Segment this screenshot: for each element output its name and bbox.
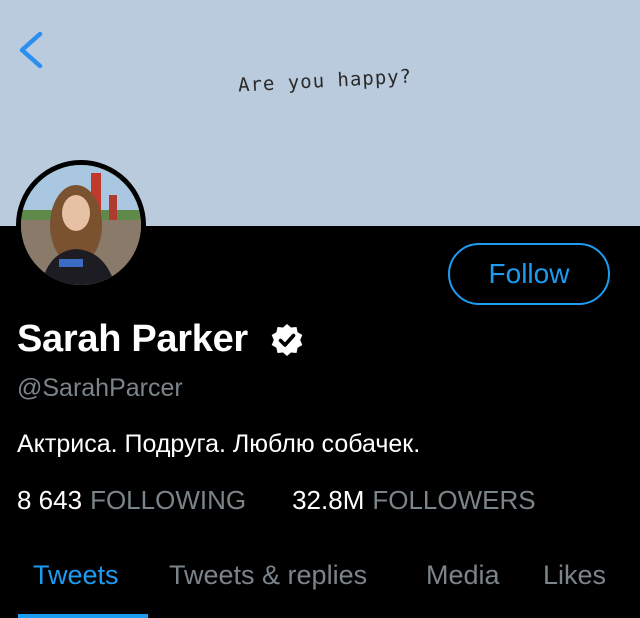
following-count: 8 643 [17, 485, 83, 515]
avatar-photo [21, 165, 141, 285]
profile-name: Sarah Parker [17, 318, 248, 360]
chevron-left-icon [19, 31, 43, 69]
verified-badge-icon [271, 323, 303, 356]
tab-tweets-and-replies[interactable]: Tweets & replies [169, 560, 367, 591]
profile-bio: Актриса. Подруга. Люблю собачек. [17, 430, 421, 458]
tab-media[interactable]: Media [426, 560, 500, 591]
profile-handle: @SarahParcer [17, 374, 183, 402]
followers-label: FOLLOWERS [372, 485, 536, 515]
followers-stat[interactable]: 32.8M FOLLOWERS [292, 485, 536, 516]
tab-likes[interactable]: Likes [543, 560, 606, 591]
follow-button[interactable]: Follow [448, 243, 610, 305]
profile-tabs: Tweets Tweets & replies Media Likes [0, 556, 640, 618]
following-label: FOLLOWING [90, 485, 247, 515]
back-button[interactable] [12, 28, 52, 72]
active-tab-indicator [18, 614, 148, 618]
profile-stats: 8 643 FOLLOWING 32.8M FOLLOWERS [17, 485, 536, 516]
profile-name-row: Sarah Parker [17, 318, 304, 361]
following-stat[interactable]: 8 643 FOLLOWING [17, 485, 246, 516]
followers-count: 32.8M [292, 485, 365, 515]
banner-handwritten-text: Are you happy? [237, 65, 413, 97]
tab-tweets[interactable]: Tweets [33, 560, 119, 591]
avatar[interactable] [16, 160, 146, 290]
